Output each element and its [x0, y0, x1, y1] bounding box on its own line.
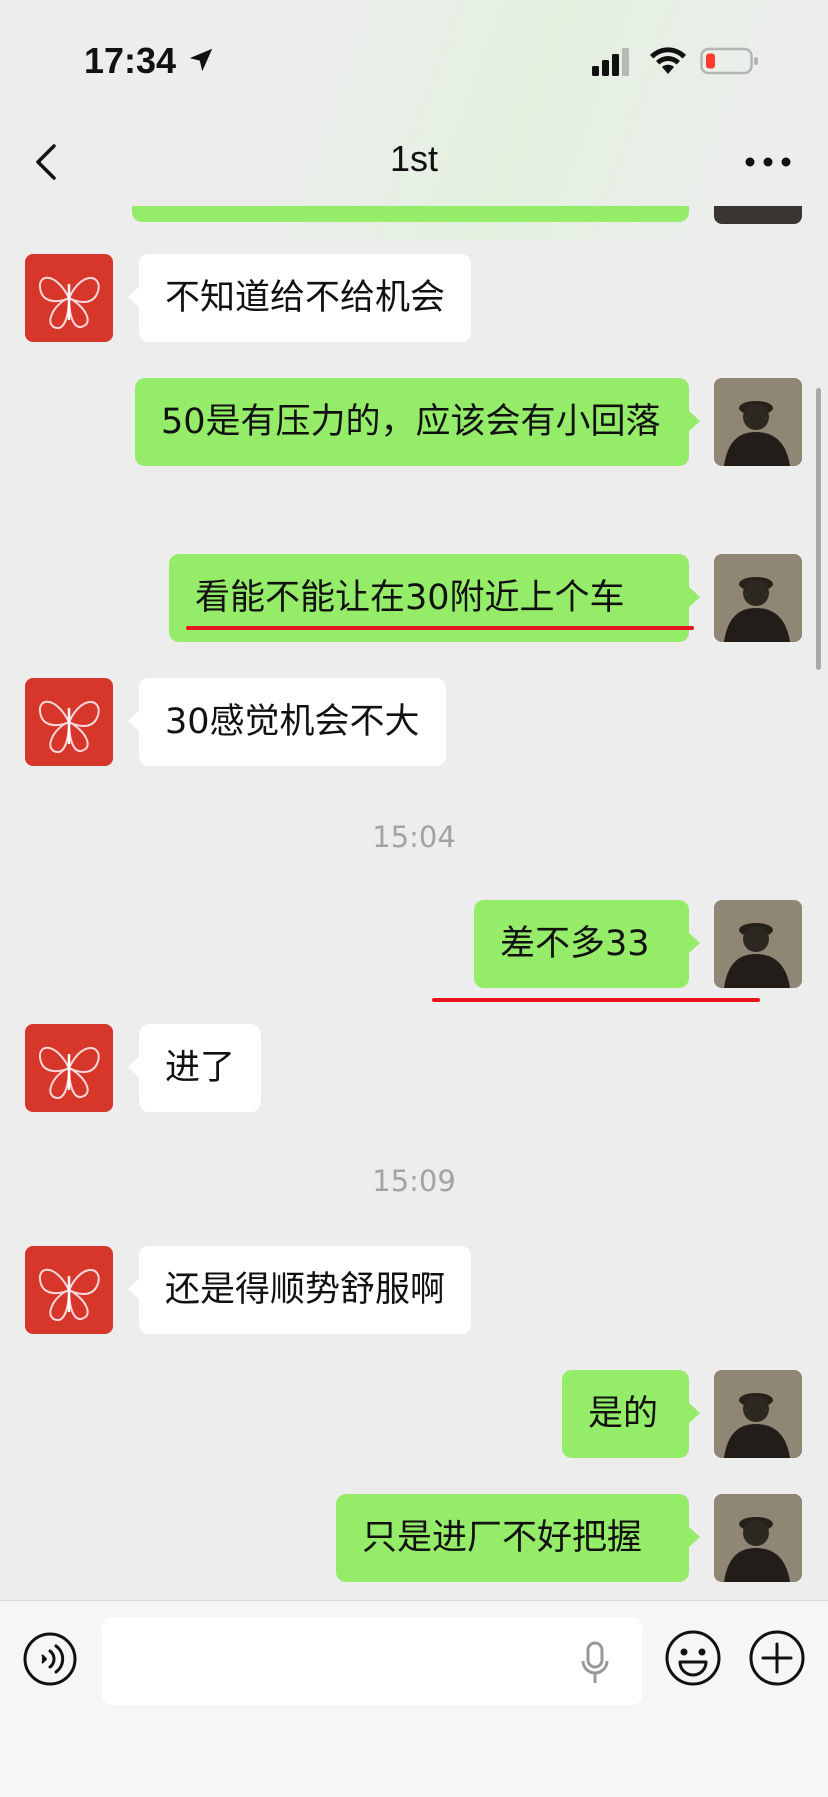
outgoing-message[interactable]: 50是有压力的，应该会有小回落	[135, 378, 700, 466]
contact-avatar[interactable]	[25, 1024, 113, 1112]
message-list[interactable]: 不知道给不给机会 50是有压力的，应该会有小回落 看能不能让在30附近上个车 3	[0, 206, 828, 1600]
contact-avatar[interactable]	[25, 1246, 113, 1334]
butterfly-icon	[38, 1268, 100, 1321]
emoji-icon[interactable]	[664, 1629, 722, 1687]
wifi-icon	[650, 47, 686, 74]
incoming-message[interactable]: 30感觉机会不大	[128, 678, 446, 766]
my-avatar[interactable]	[714, 1370, 802, 1458]
chat-title: 1st	[389, 138, 439, 179]
partial-outgoing-bubble	[132, 206, 689, 222]
partial-avatar	[714, 206, 802, 224]
timestamp: 15:04	[372, 820, 456, 854]
outgoing-message[interactable]: 差不多33	[474, 900, 700, 988]
my-avatar[interactable]	[714, 378, 802, 466]
plus-icon[interactable]	[748, 1629, 806, 1687]
cellular-signal-icon	[592, 48, 629, 76]
outgoing-message[interactable]: 是的	[562, 1370, 700, 1458]
battery-low-icon	[700, 47, 758, 75]
chat-header: 1st	[0, 118, 828, 206]
incoming-message[interactable]: 还是得顺势舒服啊	[127, 1246, 472, 1334]
status-time: 17:34	[84, 40, 177, 81]
incoming-message[interactable]: 进了	[127, 1024, 262, 1112]
my-avatar[interactable]	[714, 554, 802, 642]
incoming-message[interactable]: 不知道给不给机会	[127, 254, 472, 342]
contact-avatar[interactable]	[25, 678, 113, 766]
red-underline-annotation	[432, 998, 760, 1002]
my-avatar[interactable]	[714, 900, 802, 988]
message-input[interactable]	[102, 1617, 642, 1705]
location-arrow-icon	[189, 48, 213, 72]
more-dots-icon[interactable]	[740, 140, 796, 184]
butterfly-icon	[38, 1046, 100, 1099]
silhouette-icon	[714, 554, 802, 642]
voice-mode-icon[interactable]	[22, 1631, 78, 1687]
silhouette-icon	[714, 900, 802, 988]
timestamp: 15:09	[372, 1164, 456, 1198]
red-underline-annotation	[186, 626, 694, 630]
butterfly-icon	[38, 276, 100, 329]
butterfly-icon	[38, 700, 100, 753]
my-avatar[interactable]	[714, 1494, 802, 1582]
back-chevron-icon[interactable]	[24, 138, 72, 186]
silhouette-icon	[714, 1370, 802, 1458]
mic-icon[interactable]	[580, 1641, 610, 1685]
contact-avatar[interactable]	[25, 254, 113, 342]
silhouette-icon	[714, 1494, 802, 1582]
status-bar: 17:34	[0, 0, 828, 118]
silhouette-icon	[714, 378, 802, 466]
scrollbar[interactable]	[816, 388, 821, 670]
input-bar	[0, 1600, 828, 1797]
outgoing-message[interactable]: 只是进厂不好把握	[336, 1494, 700, 1582]
